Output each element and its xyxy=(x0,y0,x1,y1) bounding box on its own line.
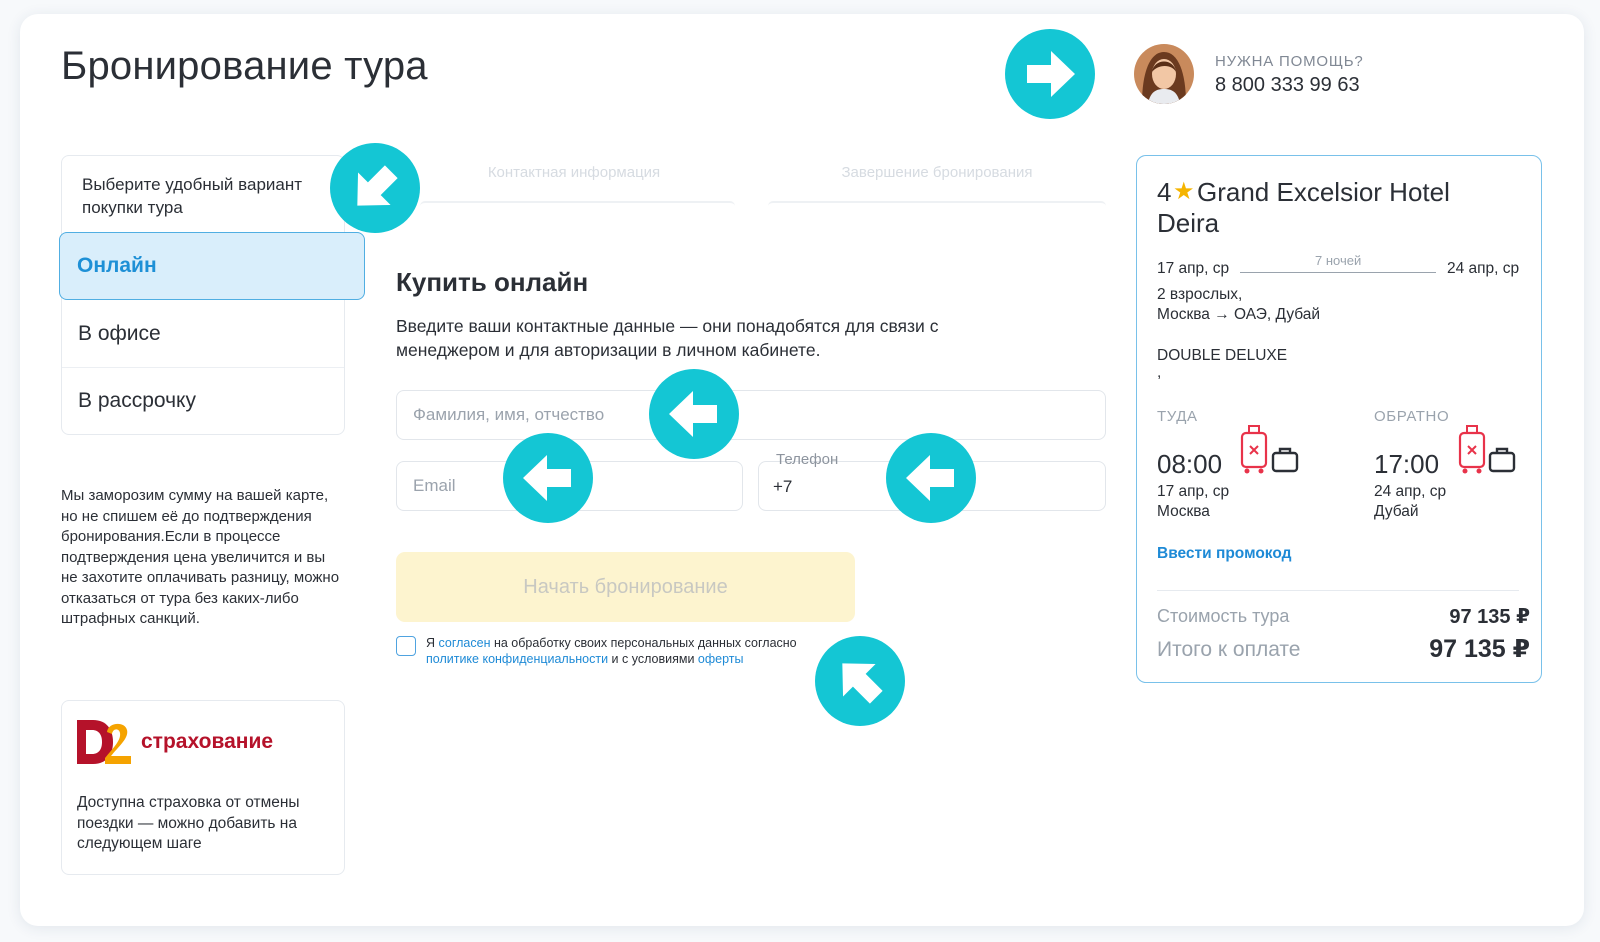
outbound-time: 08:00 xyxy=(1157,449,1223,479)
form-title: Купить онлайн xyxy=(396,267,589,297)
help-phone[interactable]: 8 800 333 99 63 xyxy=(1215,74,1360,97)
room-type: DOUBLE DELUXE xyxy=(1157,347,1288,364)
arrow-left-icon xyxy=(503,433,593,523)
nights-line xyxy=(1240,272,1436,273)
phone-label: Телефон xyxy=(776,451,839,468)
total-label: Итого к оплате xyxy=(1157,638,1301,661)
consent-text-part: Я xyxy=(426,636,439,650)
guests: 2 взрослых, xyxy=(1157,286,1243,303)
step-contact-info: Контактная информация xyxy=(487,164,661,181)
privacy-policy-link[interactable]: политике конфиденциальности xyxy=(426,652,608,666)
phone-value: +7 xyxy=(773,477,793,496)
hotel-name: Grand Excelsior Hotel xyxy=(1197,177,1450,207)
hotel-name-line2: Deira xyxy=(1157,208,1220,238)
tab-installments-label: В рассрочку xyxy=(78,389,196,412)
arrow-down-left-icon xyxy=(330,143,420,233)
tab-office-label: В офисе xyxy=(78,322,161,345)
room-extra: , xyxy=(1157,364,1162,381)
arrow-left-icon xyxy=(649,369,739,459)
start-booking-button[interactable]: Начать бронирование xyxy=(396,552,855,622)
consent-text-part: на обработку своих персональных данных с… xyxy=(490,636,797,650)
hotel-stars: 4 xyxy=(1157,177,1172,207)
freeze-note: Мы заморозим сумму на вашей карте, но не… xyxy=(61,487,340,627)
page-title: Бронирование тура xyxy=(61,44,428,88)
form-description: Введите ваши контактные данные — они пон… xyxy=(396,316,939,360)
step-contact-bar xyxy=(420,201,735,211)
outbound-date: 17 апр, ср xyxy=(1157,483,1230,500)
consent-text-part: и с условиями xyxy=(608,652,698,666)
consent-agree-link[interactable]: согласен xyxy=(439,636,491,650)
return-time: 17:00 xyxy=(1374,449,1440,479)
tab-office[interactable]: В офисе xyxy=(61,301,345,367)
promo-code-link[interactable]: Ввести промокод xyxy=(1157,545,1291,563)
return-label: ОБРАТНО xyxy=(1374,408,1450,425)
step-completion: Завершение бронирования xyxy=(841,164,1033,181)
arrow-up-left-icon xyxy=(815,636,905,726)
step-completion-bar xyxy=(768,201,1106,211)
date-from: 17 апр, ср xyxy=(1157,260,1230,277)
offer-link[interactable]: оферты xyxy=(698,652,744,666)
outbound-city: Москва xyxy=(1157,503,1210,520)
luggage-not-included-icon xyxy=(1240,425,1268,480)
nights-count: 7 ночей xyxy=(1315,253,1362,268)
insurance-brand: страхование xyxy=(141,730,274,753)
return-city: Дубай xyxy=(1374,503,1419,520)
purchase-prompt: Выберите удобный вариант покупки тура xyxy=(82,175,303,217)
consent-checkbox[interactable] xyxy=(396,636,416,656)
total-value: 97 135 ₽ xyxy=(1429,635,1530,663)
arrow-right-icon xyxy=(1005,29,1095,119)
tab-online[interactable]: Онлайн xyxy=(59,232,365,300)
luggage-not-included-icon xyxy=(1458,425,1486,480)
date-to: 24 апр, ср xyxy=(1447,260,1520,277)
tour-cost-label: Стоимость тура xyxy=(1157,606,1290,626)
return-date: 24 апр, ср xyxy=(1374,483,1447,500)
tab-installments[interactable]: В рассрочку xyxy=(61,368,345,434)
route: Москва → ОАЭ, Дубай xyxy=(1157,306,1321,323)
hand-luggage-icon xyxy=(1271,445,1299,478)
tab-online-label: Онлайн xyxy=(77,254,157,277)
star-icon: ★ xyxy=(1173,178,1195,205)
insurance-text: Доступна страховка от отмены поездки — м… xyxy=(77,794,300,852)
outbound-label: ТУДА xyxy=(1157,408,1198,425)
summary-divider xyxy=(1157,590,1519,591)
d2-logo-icon xyxy=(77,718,133,771)
help-label: НУЖНА ПОМОЩЬ? xyxy=(1215,53,1364,70)
arrow-left-icon xyxy=(886,433,976,523)
consent-text: Я согласен на обработку своих персональн… xyxy=(426,635,846,667)
manager-avatar xyxy=(1134,44,1194,104)
tour-cost-value: 97 135 ₽ xyxy=(1449,606,1530,628)
hand-luggage-icon xyxy=(1488,445,1516,478)
